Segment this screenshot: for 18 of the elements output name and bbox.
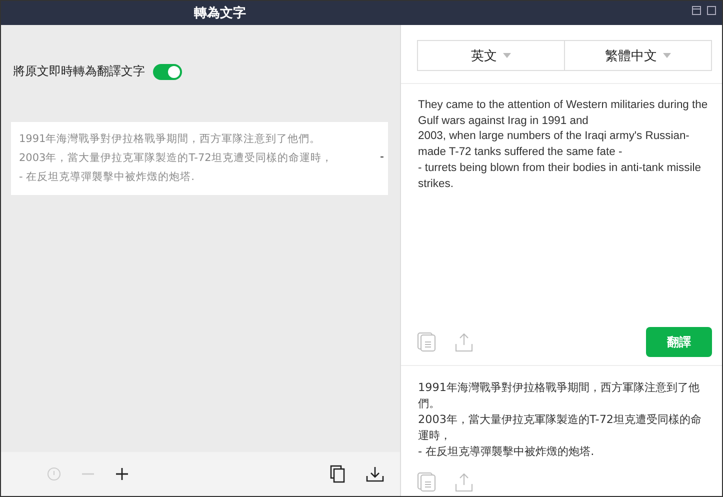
minimize-icon[interactable] [692,6,701,15]
window-title: 轉為文字 [194,4,246,22]
toggle-switch[interactable] [153,64,182,80]
download-icon[interactable] [366,466,384,482]
toggle-label: 將原文即時轉為翻譯文字 [13,63,145,80]
maximize-icon[interactable] [707,6,716,15]
text-line: 2003年，當大量伊拉克軍隊製造的T-72坦克遭受同樣的命運時， [19,151,334,166]
dash-mark: - [380,150,384,163]
share-icon[interactable] [455,472,473,492]
source-text: They came to the attention of Western militaries during the Gulf wars against Irag in 1991 and 2003, when large numbers of the Iraqi army's Russian-made T-72 tanks suffered the same fate - - turrets being blown from their bodies in anti-tank missile strikes. [417,98,709,192]
translation-text: 1991年海灣戰爭對伊拉格戰爭期間，西方軍隊注意到了他們。 2003年，當大量伊拉克軍隊製造的T-72坦克遭受同樣的命運時， - 在反坦克導彈襲擊中被炸燬的炮塔. [417,380,703,460]
document-icon[interactable] [417,472,437,492]
document-icon[interactable] [417,332,437,352]
copy-icon[interactable] [330,465,346,483]
share-icon[interactable] [455,332,473,352]
plus-icon[interactable] [115,467,129,481]
text-line: - 在反坦克導彈襲擊中被炸燬的炮塔. [19,170,196,185]
text-line: 1991年海灣戰爭對伊拉格戰爭期間，西方軍隊注意到了他們。 [19,132,322,147]
